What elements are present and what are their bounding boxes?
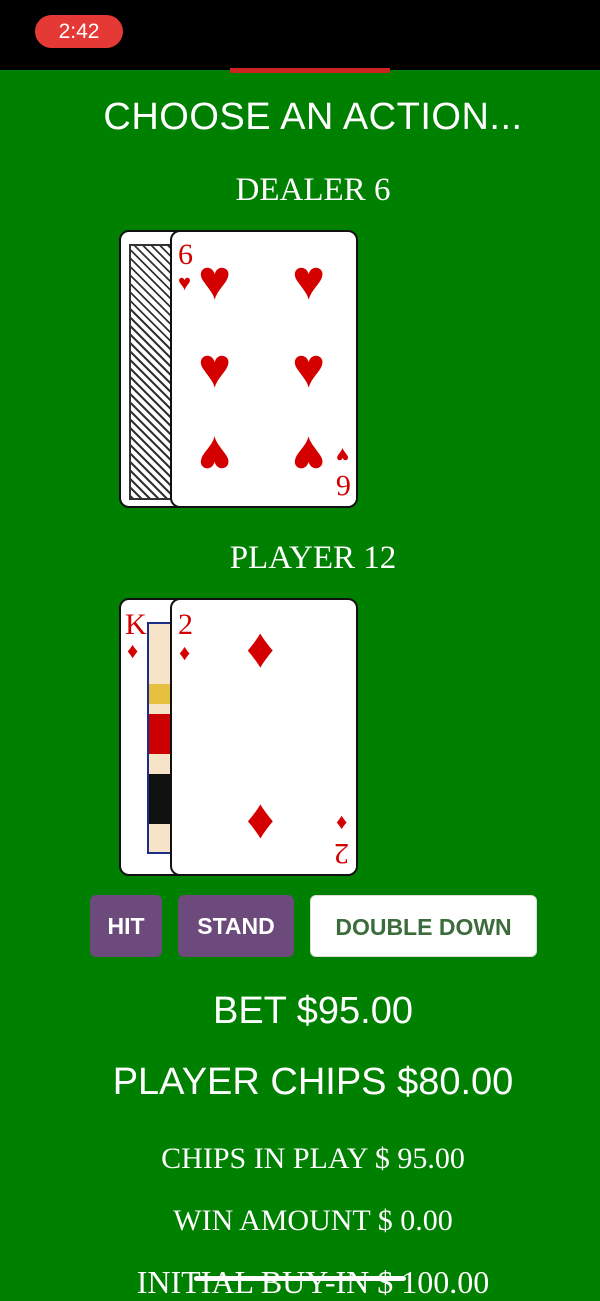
chips-in-play: CHIPS IN PLAY $ 95.00	[161, 1142, 465, 1175]
dealer-label: DEALER 6	[235, 172, 391, 208]
hit-button[interactable]: HIT	[90, 895, 162, 957]
diamond-icon: ♦	[336, 811, 348, 836]
diamond-icon: ♦	[179, 640, 191, 665]
heart-icon: ♥	[292, 248, 326, 311]
bet-amount: BET $95.00	[212, 990, 413, 1032]
heart-icon: ♥	[198, 248, 232, 311]
status-time: 2:42	[35, 15, 123, 48]
heart-icon: ♥	[292, 336, 326, 399]
initial-buy-in: INITIAL BUY-IN $ 100.00	[136, 1264, 490, 1300]
top-banner-edge	[230, 68, 390, 73]
diamond-icon: ♦	[246, 793, 275, 856]
dealer-card-six-hearts: 6 ♥ ♥ ♥ ♥ ♥ ♥ ♥ ♥ 6	[170, 230, 358, 508]
stand-button[interactable]: STAND	[178, 895, 294, 957]
heart-icon: ♥	[198, 425, 232, 488]
heart-icon: ♥	[178, 270, 192, 295]
player-label: PLAYER 12	[229, 540, 397, 576]
diamond-icon: ♦	[246, 616, 275, 679]
card-rank: K	[125, 608, 147, 641]
double-down-button[interactable]: DOUBLE DOWN	[310, 895, 537, 957]
home-indicator[interactable]	[194, 1276, 406, 1281]
heart-icon: ♥	[198, 336, 232, 399]
win-amount: WIN AMOUNT $ 0.00	[173, 1204, 453, 1237]
heart-icon: ♥	[336, 443, 350, 468]
page-title: CHOOSE AN ACTION...	[103, 96, 523, 138]
card-rank: 2	[178, 608, 193, 641]
diamond-icon: ♦	[127, 638, 139, 663]
status-bar: 2:42	[0, 0, 600, 70]
card-rank: 2	[334, 837, 349, 870]
player-chips: PLAYER CHIPS $80.00	[112, 1061, 514, 1103]
heart-icon: ♥	[292, 425, 326, 488]
player-card-two-diamonds: 2 ♦ ♦ ♦ ♦ 2	[170, 598, 358, 876]
card-rank: 6	[336, 469, 351, 502]
card-rank: 6	[178, 238, 193, 271]
